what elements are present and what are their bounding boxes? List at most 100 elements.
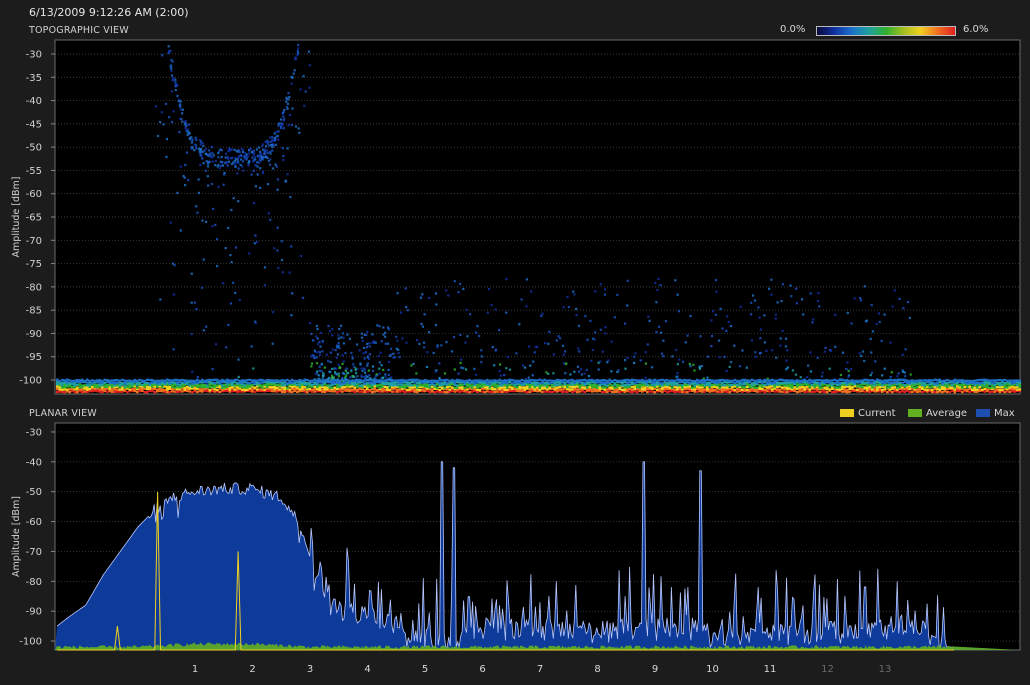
heatmap-floor-cell xyxy=(458,381,462,384)
heatmap-floor-cell xyxy=(576,390,579,394)
heatmap-floor-cell xyxy=(1006,383,1009,386)
heatmap-floor-cell xyxy=(661,382,664,385)
heatmap-floor-cell xyxy=(186,385,189,389)
heatmap-floor-cell xyxy=(878,385,882,389)
heatmap-floor-cell xyxy=(246,384,249,387)
heatmap-floor-cell xyxy=(841,381,844,385)
heatmap-floor-cell xyxy=(631,385,634,389)
heatmap-floor-cell xyxy=(871,382,874,385)
heatmap-floor-cell xyxy=(246,382,249,385)
heatmap-cell xyxy=(626,356,629,359)
heatmap-floor-cell xyxy=(136,390,139,394)
heatmap-cell xyxy=(781,329,784,332)
heatmap-floor-cell xyxy=(551,390,554,393)
heatmap-floor-cell xyxy=(546,379,549,383)
heatmap-floor-cell xyxy=(291,385,294,388)
heatmap-floor-cell xyxy=(973,379,977,382)
heatmap-floor-cell xyxy=(583,390,587,394)
heatmap-floor-cell xyxy=(341,378,344,381)
heatmap-floor-cell xyxy=(343,385,347,389)
heatmap-cell xyxy=(434,370,437,373)
heatmap-floor-cell xyxy=(418,381,422,385)
heatmap-cell xyxy=(237,161,240,165)
heatmap-floor-cell xyxy=(423,378,427,382)
heatmap-cell xyxy=(487,288,491,291)
heatmap-cell xyxy=(169,65,172,68)
heatmap-cell xyxy=(230,157,233,160)
heatmap-cell xyxy=(218,166,221,170)
heatmap-cell xyxy=(624,359,627,362)
heatmap-cell xyxy=(201,286,204,289)
heatmap-floor-cell xyxy=(893,381,897,384)
heatmap-floor-cell xyxy=(453,382,457,385)
heatmap-floor-cell xyxy=(86,390,89,394)
heatmap-cell xyxy=(711,335,714,338)
heatmap-floor-cell xyxy=(571,378,574,382)
heatmap-floor-cell xyxy=(488,384,492,387)
heatmap-cell xyxy=(768,287,771,290)
heatmap-floor-cell xyxy=(331,379,334,382)
heatmap-floor-cell xyxy=(511,389,514,393)
heatmap-floor-cell xyxy=(413,378,417,382)
heatmap-floor-cell xyxy=(713,385,717,388)
heatmap-cell xyxy=(423,346,426,349)
heatmap-floor-cell xyxy=(881,384,884,387)
heatmap-floor-cell xyxy=(456,388,459,391)
heatmap-floor-cell xyxy=(333,381,337,385)
heatmap-cell xyxy=(253,152,256,155)
heatmap-floor-cell xyxy=(318,386,322,389)
heatmap-floor-cell xyxy=(946,382,949,385)
heatmap-floor-cell xyxy=(801,383,804,386)
heatmap-cell xyxy=(277,130,280,133)
heatmap-floor-cell xyxy=(91,382,94,385)
heatmap-floor-cell xyxy=(681,384,684,387)
heatmap-cell xyxy=(184,184,187,187)
heatmap-floor-cell xyxy=(973,381,977,385)
heatmap-floor-cell xyxy=(638,379,642,382)
heatmap-floor-cell xyxy=(976,390,979,393)
heatmap-cell xyxy=(250,173,253,176)
heatmap-floor-cell xyxy=(658,382,662,385)
heatmap-floor-cell xyxy=(216,381,219,384)
heatmap-cell xyxy=(725,329,728,333)
heatmap-cell xyxy=(282,158,285,162)
heatmap-floor-cell xyxy=(118,388,122,391)
heatmap-floor-cell xyxy=(76,379,79,382)
heatmap-cell xyxy=(214,159,217,162)
heatmap-cell xyxy=(259,186,262,189)
heatmap-floor-cell xyxy=(538,386,542,389)
heatmap-floor-cell xyxy=(166,388,169,391)
heatmap-floor-cell xyxy=(763,378,767,382)
heatmap-floor-cell xyxy=(418,379,422,382)
heatmap-floor-cell xyxy=(643,386,647,389)
heatmap-cell xyxy=(202,258,205,261)
heatmap-cell xyxy=(195,308,198,311)
heatmap-cell xyxy=(179,117,182,120)
heatmap-cell xyxy=(184,163,187,166)
heatmap-cell xyxy=(322,372,325,375)
heatmap-cell xyxy=(337,334,340,337)
heatmap-cell xyxy=(234,246,238,249)
heatmap-floor-cell xyxy=(528,379,532,382)
heatmap-cell xyxy=(585,368,588,372)
heatmap-floor-cell xyxy=(406,383,409,386)
heatmap-cell xyxy=(379,351,382,354)
heatmap-cell xyxy=(654,281,657,285)
heatmap-floor-cell xyxy=(561,390,564,394)
heatmap-floor-cell xyxy=(336,391,339,394)
heatmap-floor-cell xyxy=(488,390,492,393)
heatmap-floor-cell xyxy=(541,386,544,389)
heatmap-floor-cell xyxy=(381,384,384,387)
heatmap-floor-cell xyxy=(238,385,242,388)
heatmap-floor-cell xyxy=(226,385,229,388)
heatmap-floor-cell xyxy=(301,387,304,390)
heatmap-floor-cell xyxy=(596,390,599,393)
heatmap-floor-cell xyxy=(848,385,852,388)
heatmap-floor-cell xyxy=(546,388,549,391)
heatmap-cell xyxy=(269,136,272,139)
heatmap-floor-cell xyxy=(766,389,769,393)
heatmap-floor-cell xyxy=(976,388,979,391)
heatmap-floor-cell xyxy=(866,386,869,389)
heatmap-floor-cell xyxy=(476,379,479,382)
heatmap-floor-cell xyxy=(741,385,744,389)
